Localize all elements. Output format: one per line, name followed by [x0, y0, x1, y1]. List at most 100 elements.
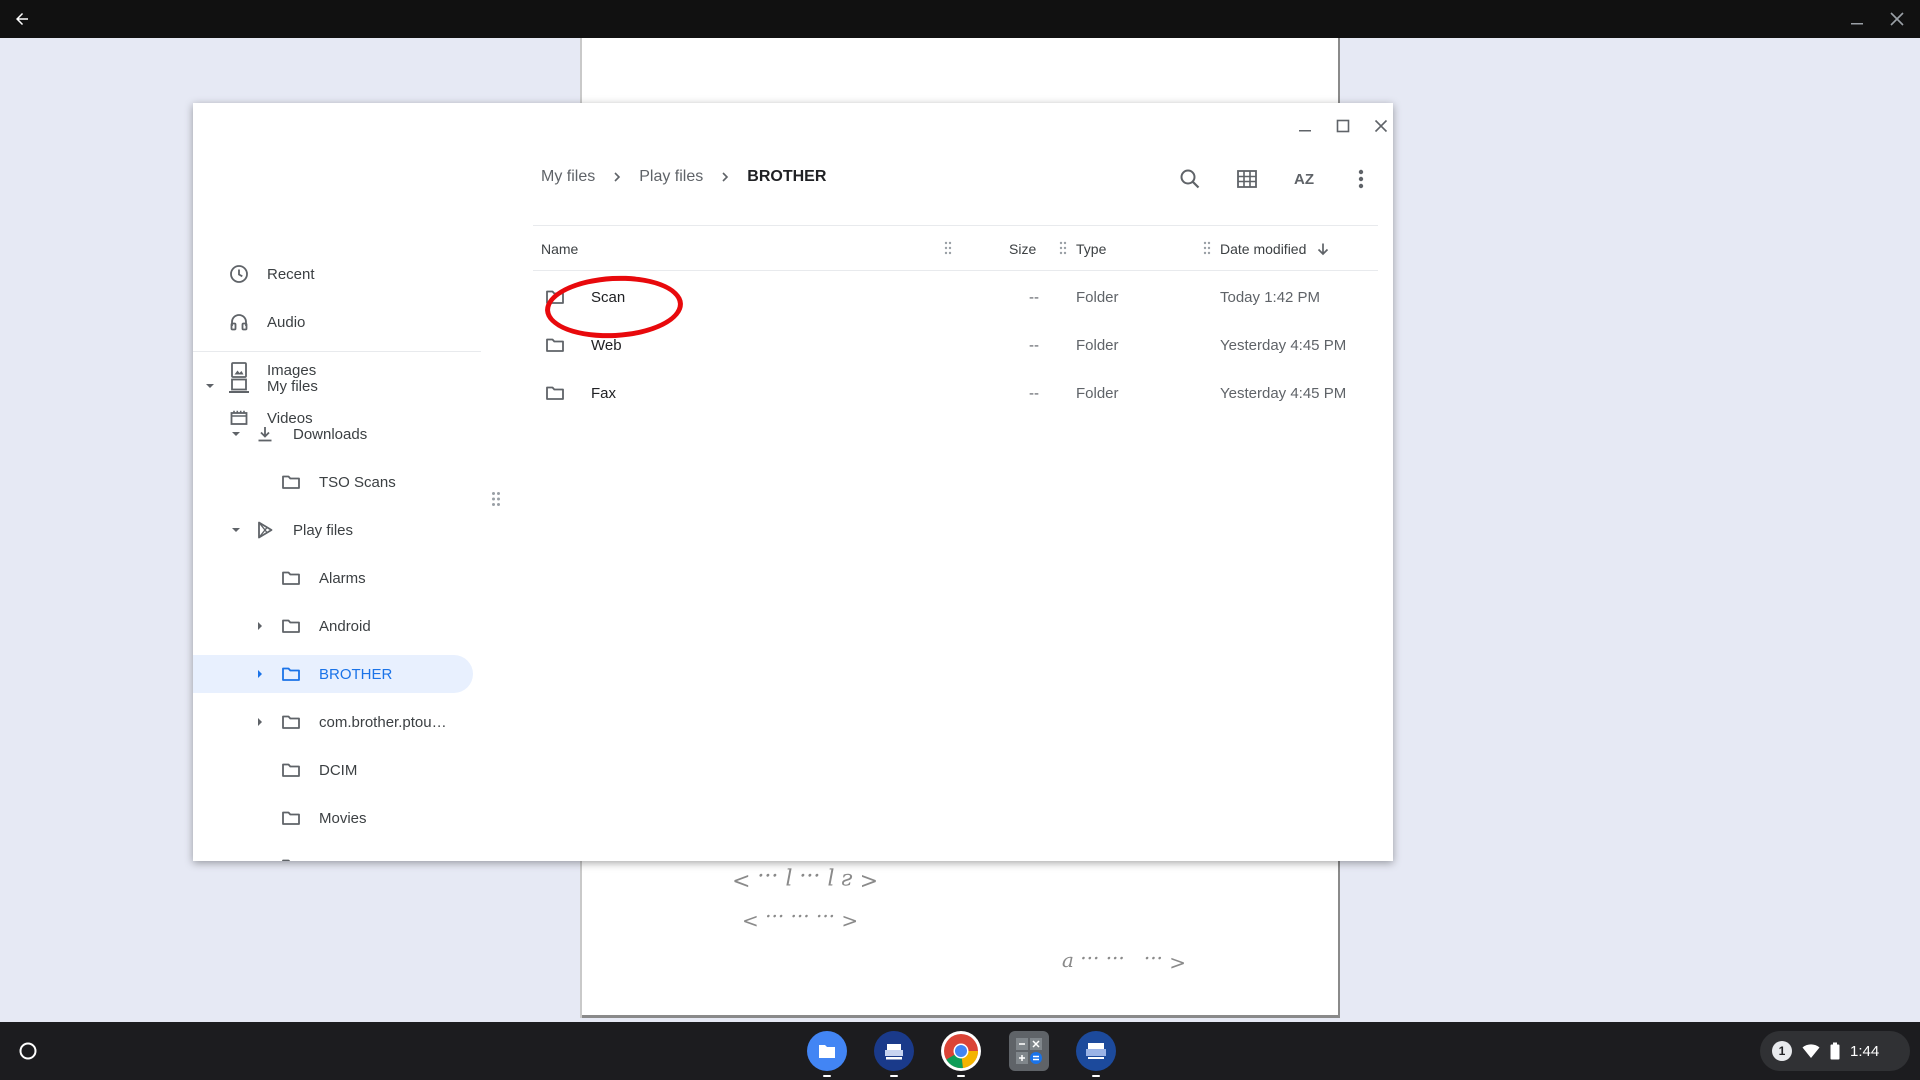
column-header-row: Name Size Type Date modified [533, 225, 1378, 271]
breadcrumb-brother[interactable]: BROTHER [747, 168, 826, 186]
caret-right-icon[interactable] [253, 619, 267, 633]
file-size: -- [1029, 336, 1039, 354]
folder-icon [545, 273, 565, 321]
sidebar-item-play-files[interactable]: Play files [193, 511, 353, 549]
notification-count-badge: 1 [1772, 1041, 1792, 1061]
files-window: Recent Audio Images Videos My files Down… [193, 103, 1393, 861]
sidebar-item-label: My files [267, 377, 318, 395]
file-date: Today 1:42 PM [1220, 288, 1321, 306]
sidebar-item-com-brother[interactable]: com.brother.ptou… [193, 703, 447, 741]
epson-icon[interactable] [874, 1031, 914, 1077]
breadcrumb: My files Play files BROTHER [541, 163, 826, 191]
folder-icon [279, 710, 303, 734]
sidebar-item-audio[interactable]: Audio [193, 303, 305, 341]
caret-down-icon[interactable] [229, 523, 243, 537]
file-size: -- [1029, 288, 1039, 306]
sidebar-item-label: Recent [267, 265, 315, 283]
download-icon [253, 422, 277, 446]
calculator-icon[interactable] [1009, 1031, 1049, 1071]
sidebar-item-label: com.brother.ptou… [319, 713, 447, 731]
file-date: Yesterday 4:45 PM [1220, 384, 1347, 402]
sidebar-item-label: Alarms [319, 569, 366, 587]
sidebar-item-label: BROTHER [319, 665, 393, 683]
sidebar-item-downloads[interactable]: Downloads [193, 415, 367, 453]
more-options-icon[interactable] [1341, 159, 1381, 199]
back-arrow-icon[interactable] [8, 5, 36, 33]
brother-icon[interactable] [1076, 1031, 1116, 1077]
laptop-icon [227, 374, 251, 398]
caret-down-icon[interactable] [229, 427, 243, 441]
folder-icon [279, 758, 303, 782]
caret-down-icon[interactable] [203, 379, 217, 393]
files-icon[interactable] [807, 1031, 847, 1077]
sidebar-item-label: Audio [267, 313, 306, 331]
column-size[interactable]: Size [1009, 226, 1036, 272]
sidebar-item-my-files[interactable]: My files [193, 367, 318, 405]
caret-right-icon[interactable] [253, 715, 267, 729]
sidebar-item-label: DCIM [319, 761, 358, 779]
sidebar-item-partial[interactable] [193, 847, 303, 861]
breadcrumb-my-files[interactable]: My files [541, 168, 595, 186]
sidebar-item-label: Movies [319, 809, 367, 827]
minimize-icon[interactable] [1844, 6, 1870, 32]
breadcrumb-play-files[interactable]: Play files [639, 168, 703, 186]
sidebar-resize-handle-icon[interactable] [491, 491, 501, 512]
sidebar-item-brother[interactable]: BROTHER [193, 655, 473, 693]
folder-icon [279, 614, 303, 638]
sidebar-item-label: Android [319, 617, 371, 635]
chrome-icon[interactable] [941, 1031, 981, 1077]
sidebar: Recent Audio Images Videos My files Down… [193, 103, 483, 861]
sidebar-item-label: Downloads [293, 425, 368, 443]
handwriting-image: < ... ... ... ɐ [1062, 952, 1187, 976]
sidebar-divider [193, 351, 481, 352]
column-type[interactable]: Type [1076, 226, 1106, 272]
file-name: Web [591, 336, 622, 354]
headphones-icon [227, 310, 251, 334]
search-icon[interactable] [1170, 159, 1210, 199]
folder-icon [279, 566, 303, 590]
launcher-icon[interactable] [8, 1031, 48, 1071]
folder-icon [545, 321, 565, 369]
main-pane: My files Play files BROTHER AZ Name Size… [523, 103, 1393, 861]
file-type: Folder [1076, 384, 1119, 402]
caret-right-icon[interactable] [253, 667, 267, 681]
sidebar-item-alarms[interactable]: Alarms [193, 559, 366, 597]
table-row[interactable]: Scan -- Folder Today 1:42 PM [533, 272, 1378, 342]
grid-view-icon[interactable] [1227, 159, 1267, 199]
folder-icon [279, 854, 303, 861]
clock-icon [227, 262, 251, 286]
file-type: Folder [1076, 336, 1119, 354]
handwriting-image: < ... ... ... > [742, 910, 859, 934]
column-resize-icon[interactable] [1203, 241, 1211, 255]
sidebar-item-tso-scans[interactable]: TSO Scans [193, 463, 396, 501]
handwriting-image: < ƨ ꞁ ... ꞁ ... > [732, 868, 879, 893]
table-row[interactable]: Fax -- Folder Yesterday 4:45 PM [533, 369, 1378, 417]
sidebar-item-dcim[interactable]: DCIM [193, 751, 357, 789]
folder-icon [279, 662, 303, 686]
sidebar-item-android[interactable]: Android [193, 607, 371, 645]
sidebar-item-recent[interactable]: Recent [193, 255, 315, 293]
status-tray[interactable]: 1 1:44 [1760, 1031, 1910, 1071]
file-size: -- [1029, 384, 1039, 402]
column-resize-icon[interactable] [944, 241, 952, 255]
clock-time: 1:44 [1850, 1042, 1880, 1060]
column-name[interactable]: Name [541, 226, 578, 272]
sort-button[interactable]: AZ [1284, 159, 1324, 199]
folder-icon [279, 470, 303, 494]
battery-icon [1830, 1042, 1840, 1060]
column-date-label: Date modified [1220, 241, 1307, 257]
column-resize-icon[interactable] [1059, 241, 1067, 255]
top-bar [0, 0, 1920, 38]
folder-icon [545, 369, 565, 417]
file-date: Yesterday 4:45 PM [1220, 336, 1347, 354]
chevron-right-icon [607, 167, 627, 187]
table-row[interactable]: Web -- Folder Yesterday 4:45 PM [533, 321, 1378, 369]
close-icon[interactable] [1884, 6, 1910, 32]
play-store-icon [253, 518, 277, 542]
arrow-down-icon [1316, 242, 1330, 256]
sidebar-item-label: TSO Scans [319, 473, 396, 491]
sidebar-item-label: Play files [293, 521, 354, 539]
wifi-icon [1802, 1043, 1820, 1059]
column-date-modified[interactable]: Date modified [1220, 226, 1330, 272]
sidebar-item-movies[interactable]: Movies [193, 799, 367, 837]
